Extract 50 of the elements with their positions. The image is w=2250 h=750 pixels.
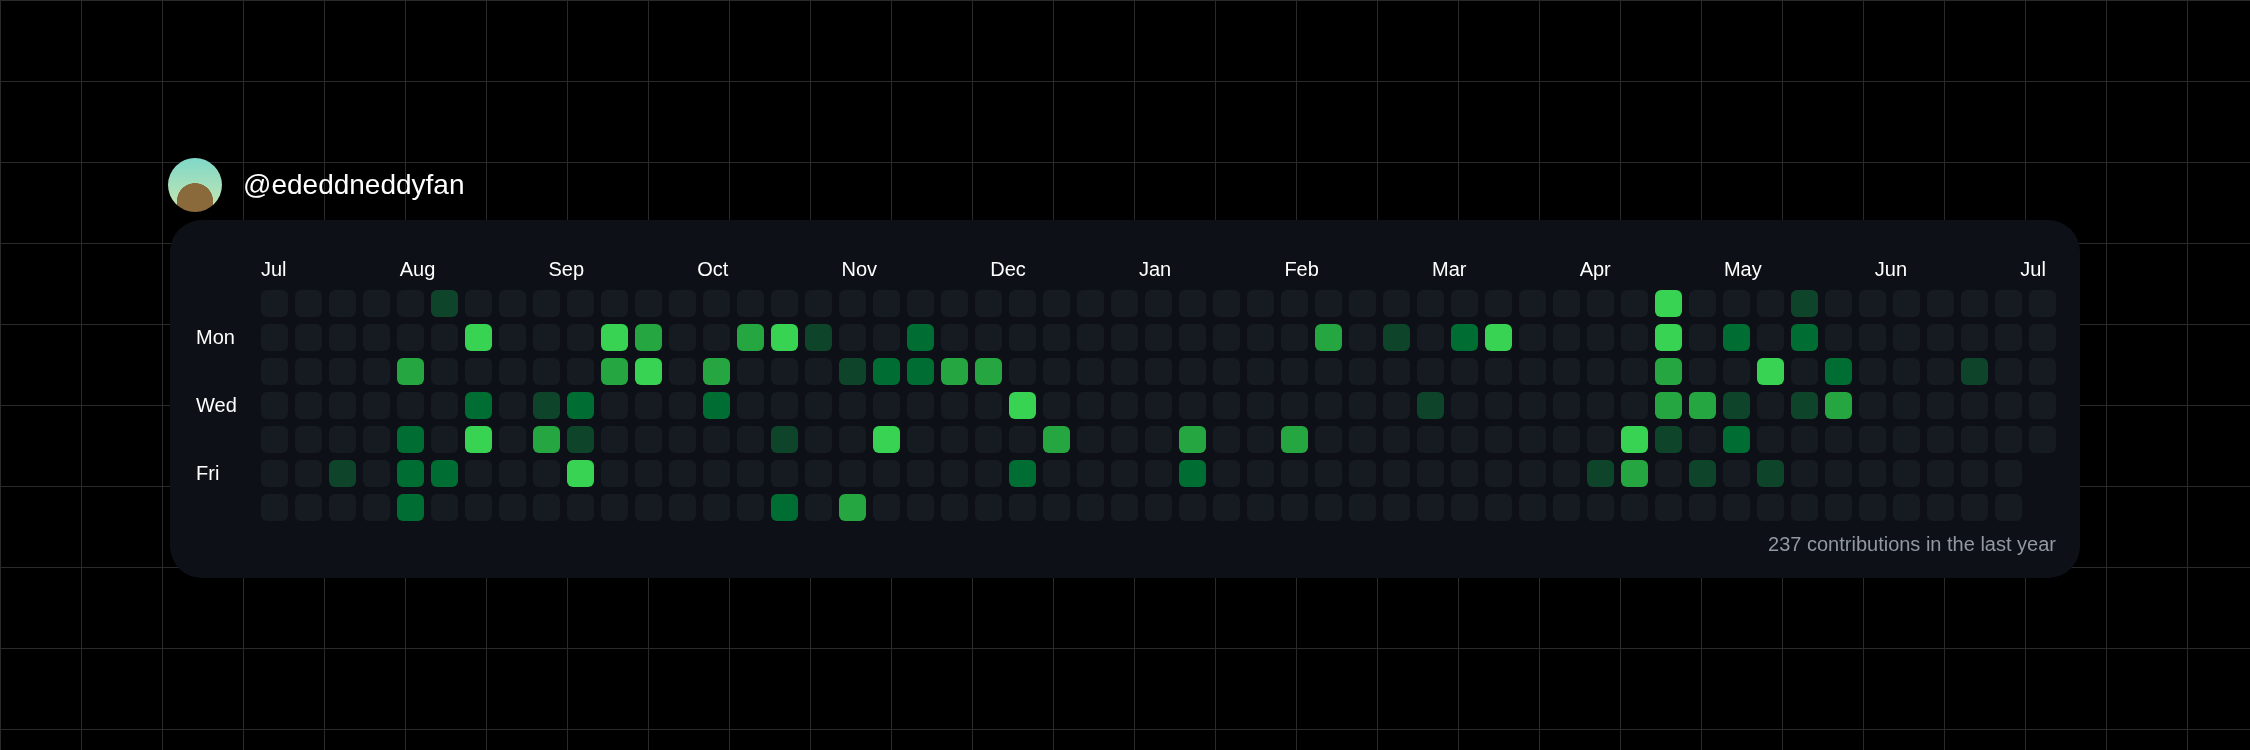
contribution-day[interactable]: [839, 494, 866, 521]
contribution-day[interactable]: [873, 426, 900, 453]
contribution-day[interactable]: [465, 324, 492, 351]
contribution-day[interactable]: [1689, 392, 1716, 419]
month-label: Sep: [548, 257, 585, 281]
weekday-label: Mon: [196, 325, 236, 350]
month-label: Aug: [399, 257, 436, 281]
month-label: Apr: [1579, 257, 1611, 281]
contribution-day[interactable]: [533, 426, 560, 453]
contribution-day[interactable]: [771, 324, 798, 351]
contribution-day[interactable]: [1485, 324, 1512, 351]
month-label: Dec: [990, 257, 1026, 281]
month-label: Nov: [841, 257, 878, 281]
contribution-day[interactable]: [1825, 392, 1852, 419]
weekday-label: Wed: [196, 393, 238, 418]
month-label: Jul: [2020, 257, 2046, 281]
contribution-day[interactable]: [975, 358, 1002, 385]
contribution-day[interactable]: [1655, 392, 1682, 419]
contribution-day[interactable]: [1009, 392, 1036, 419]
contribution-day[interactable]: [1179, 426, 1206, 453]
month-label: Mar: [1432, 257, 1467, 281]
contribution-day[interactable]: [1621, 460, 1648, 487]
month-label: Jul: [261, 257, 287, 281]
contribution-day[interactable]: [601, 324, 628, 351]
contribution-day[interactable]: [465, 426, 492, 453]
contribution-day[interactable]: [1655, 358, 1682, 385]
contribution-day[interactable]: [1043, 426, 1070, 453]
month-label: Jun: [1874, 257, 1908, 281]
contribution-summary: 237 contributions in the last year: [1768, 533, 2056, 556]
contribution-day[interactable]: [1655, 290, 1682, 317]
contribution-day[interactable]: [1621, 426, 1648, 453]
contribution-day[interactable]: [635, 358, 662, 385]
contribution-day[interactable]: [397, 358, 424, 385]
contribution-day[interactable]: [1757, 358, 1784, 385]
month-label: Jan: [1139, 257, 1172, 281]
contribution-day[interactable]: [941, 358, 968, 385]
month-label: Oct: [697, 257, 729, 281]
month-label: Feb: [1284, 257, 1319, 281]
contribution-day[interactable]: [703, 358, 730, 385]
avatar: [168, 158, 222, 212]
month-label: May: [1723, 257, 1762, 281]
contribution-day[interactable]: [635, 324, 662, 351]
weekday-label: Fri: [196, 461, 221, 486]
username: @ededdneddyfan: [243, 169, 465, 201]
contribution-day[interactable]: [1315, 324, 1342, 351]
contribution-day[interactable]: [601, 358, 628, 385]
contribution-day[interactable]: [737, 324, 764, 351]
contribution-day[interactable]: [1281, 426, 1308, 453]
contribution-day[interactable]: [567, 460, 594, 487]
contribution-day[interactable]: [1655, 324, 1682, 351]
